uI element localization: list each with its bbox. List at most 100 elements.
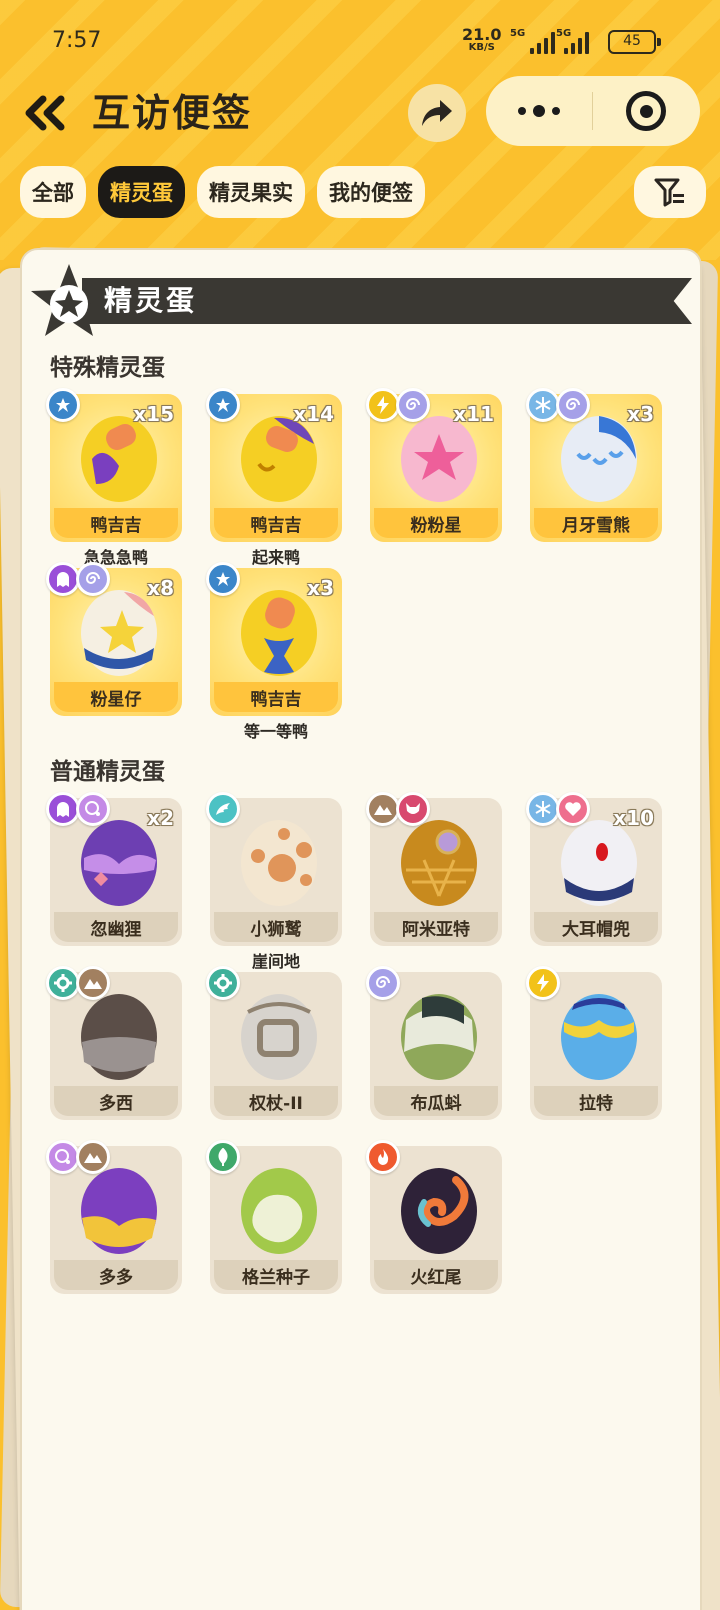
tab-bar: 全部 精灵蛋 精灵果实 我的便签 <box>20 166 425 218</box>
egg-name: 忽幽狸 <box>54 912 178 942</box>
tab-all[interactable]: 全部 <box>20 166 86 218</box>
mountain-type-icon <box>366 792 400 826</box>
egg-card[interactable]: x10 大耳帽兜 <box>526 792 662 946</box>
egg-card[interactable]: 布瓜蚪 <box>366 966 502 1120</box>
egg-icon <box>401 1168 477 1254</box>
ghost-type-icon <box>46 792 80 826</box>
egg-card[interactable]: 格兰种子 <box>206 1140 342 1294</box>
egg-name: 小狮鹫 <box>214 912 338 942</box>
snowflake-type-icon <box>526 792 560 826</box>
tab-spirit-fruits[interactable]: 精灵果实 <box>197 166 305 218</box>
battery-icon: 45 <box>608 30 661 54</box>
special-eggs-title: 特殊精灵蛋 <box>50 355 165 381</box>
egg-card[interactable]: 火红尾 <box>366 1140 502 1294</box>
panel-title: 精灵蛋 <box>104 284 198 317</box>
eggs-panel: 精灵蛋 特殊精灵蛋 x15 鸭吉吉 急急急鸭 x14 鸭吉吉 起来鸭 x11 粉… <box>20 248 702 1610</box>
tab-spirit-eggs[interactable]: 精灵蛋 <box>98 166 185 218</box>
egg-card[interactable]: x8 粉星仔 <box>46 562 182 716</box>
leaf-type-icon <box>206 1140 240 1174</box>
egg-card[interactable]: x3 月牙雪熊 <box>526 388 662 542</box>
status-time: 7:57 <box>52 28 102 53</box>
egg-name: 鸭吉吉 <box>54 508 178 538</box>
snowflake-type-icon <box>526 388 560 422</box>
egg-card[interactable]: 权杖-II <box>206 966 342 1120</box>
gear-type-icon <box>206 966 240 1000</box>
more-menu-button[interactable] <box>486 76 592 146</box>
filter-icon <box>654 178 684 207</box>
back-button[interactable] <box>20 88 70 138</box>
lightning-type-icon <box>526 966 560 1000</box>
close-miniapp-button[interactable] <box>593 76 699 146</box>
star-type-icon <box>206 388 240 422</box>
egg-card[interactable]: x14 鸭吉吉 起来鸭 <box>206 388 342 567</box>
page-title: 互访便签 <box>92 91 253 135</box>
status-bar: 7:57 21.0 KB/S 5G 5G 45 <box>0 0 720 80</box>
filter-button[interactable] <box>634 166 706 218</box>
gear-type-icon <box>46 966 80 1000</box>
egg-card[interactable]: x15 鸭吉吉 急急急鸭 <box>46 388 182 567</box>
spiral-type-icon <box>556 388 590 422</box>
egg-count: x8 <box>147 576 174 600</box>
egg-name: 多多 <box>54 1260 178 1290</box>
egg-icon <box>241 1168 317 1254</box>
egg-name: 大耳帽兜 <box>534 912 658 942</box>
egg-name: 火红尾 <box>374 1260 498 1290</box>
egg-name: 月牙雪熊 <box>534 508 658 538</box>
egg-icon <box>241 820 317 906</box>
egg-name: 拉特 <box>534 1086 658 1116</box>
egg-card[interactable]: 小狮鹫 崖间地 <box>206 792 342 971</box>
egg-count: x15 <box>133 402 174 426</box>
mountain-type-icon <box>76 1140 110 1174</box>
bubble-type-icon <box>46 1140 80 1174</box>
egg-card[interactable]: 阿米亚特 <box>366 792 502 946</box>
egg-name: 鸭吉吉 <box>214 682 338 712</box>
spiral-type-icon <box>396 388 430 422</box>
egg-name: 粉粉星 <box>374 508 498 538</box>
egg-name: 鸭吉吉 <box>214 508 338 538</box>
egg-name: 布瓜蚪 <box>374 1086 498 1116</box>
star-badge-icon <box>31 264 107 336</box>
signal-label-2: 5G <box>556 28 572 39</box>
egg-icon <box>401 994 477 1080</box>
fire-type-icon <box>366 1140 400 1174</box>
egg-count: x11 <box>453 402 494 426</box>
miniapp-capsule <box>486 76 700 146</box>
egg-name: 权杖-II <box>214 1086 338 1116</box>
egg-count: x10 <box>613 806 654 830</box>
mountain-type-icon <box>76 966 110 1000</box>
star-type-icon <box>46 388 80 422</box>
ghost-type-icon <box>46 562 80 596</box>
egg-name: 粉星仔 <box>54 682 178 712</box>
egg-count: x3 <box>627 402 654 426</box>
signal-icon: 5G <box>510 28 555 54</box>
egg-card[interactable]: x2 忽幽狸 <box>46 792 182 946</box>
share-button[interactable] <box>408 84 466 142</box>
star-type-icon <box>206 562 240 596</box>
normal-eggs-title: 普通精灵蛋 <box>50 759 165 785</box>
egg-count: x14 <box>293 402 334 426</box>
egg-card[interactable]: 多多 <box>46 1140 182 1294</box>
spiral-type-icon <box>76 562 110 596</box>
egg-card[interactable]: 拉特 <box>526 966 662 1120</box>
target-icon <box>626 91 666 131</box>
egg-count: x2 <box>147 806 174 830</box>
bubble-type-icon <box>76 792 110 826</box>
egg-card[interactable]: x3 鸭吉吉 等一等鸭 <box>206 562 342 741</box>
egg-icon <box>561 994 637 1080</box>
egg-icon <box>241 994 317 1080</box>
lightning-type-icon <box>366 388 400 422</box>
egg-card[interactable]: x11 粉粉星 <box>366 388 502 542</box>
demon-type-icon <box>396 792 430 826</box>
network-speed: 21.0 KB/S <box>462 27 501 54</box>
egg-count: x3 <box>307 576 334 600</box>
egg-name: 多西 <box>54 1086 178 1116</box>
share-arrow-icon <box>422 100 452 126</box>
egg-variant: 等一等鸭 <box>243 722 308 741</box>
egg-name: 格兰种子 <box>214 1260 338 1290</box>
tab-my-notes[interactable]: 我的便签 <box>317 166 425 218</box>
signal-icon-2: 5G <box>556 28 589 54</box>
heart-type-icon <box>556 792 590 826</box>
egg-card[interactable]: 多西 <box>46 966 182 1120</box>
spiral-type-icon <box>366 966 400 1000</box>
wing-type-icon <box>206 792 240 826</box>
